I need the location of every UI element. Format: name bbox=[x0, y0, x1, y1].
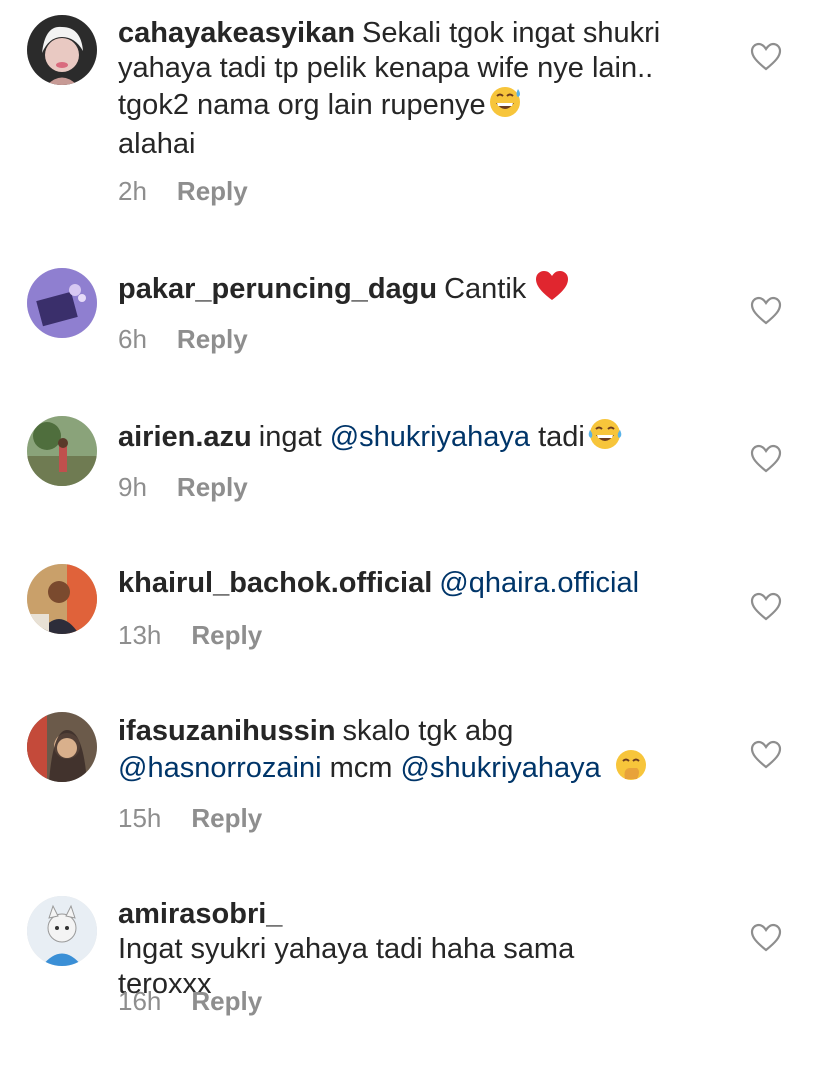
comment-body: khairul_bachok.official @qhaira.official bbox=[118, 566, 708, 601]
comment-text: skalo tgk abg bbox=[342, 715, 514, 747]
heart-outline-icon[interactable] bbox=[750, 740, 782, 770]
reply-button[interactable]: Reply bbox=[191, 986, 262, 1017]
avatar[interactable] bbox=[27, 896, 97, 966]
comment-username[interactable]: airien.azu bbox=[118, 421, 252, 453]
heart-outline-icon[interactable] bbox=[750, 444, 782, 474]
reply-button[interactable]: Reply bbox=[177, 324, 248, 355]
hand-over-mouth-emoji bbox=[613, 749, 649, 790]
comment-username[interactable]: pakar_peruncing_dagu bbox=[118, 273, 437, 305]
comment-mention[interactable]: @hasnorrozaini bbox=[118, 752, 322, 784]
comment-meta: 9h Reply bbox=[118, 472, 248, 503]
heart-outline-icon[interactable] bbox=[750, 42, 782, 72]
comment-mention[interactable]: @shukriyahaya bbox=[330, 421, 530, 453]
reply-button[interactable]: Reply bbox=[177, 176, 248, 207]
comment-mention-2[interactable]: @shukriyahaya bbox=[401, 752, 601, 784]
comment-time: 16h bbox=[118, 986, 162, 1016]
comment-meta: 15h Reply bbox=[118, 803, 262, 834]
comment-text: ingat bbox=[258, 421, 322, 453]
comment-username[interactable]: khairul_bachok.official bbox=[118, 567, 432, 599]
comment-mention[interactable]: @qhaira.official bbox=[439, 567, 639, 599]
comment-username[interactable]: ifasuzanihussin bbox=[118, 715, 336, 747]
red-heart-emoji bbox=[534, 270, 570, 311]
comment-text-continued: tadi bbox=[538, 421, 585, 453]
comment-time: 2h bbox=[118, 176, 147, 206]
avatar[interactable] bbox=[27, 416, 97, 486]
comment-body: ifasuzanihussin skalo tgk abg @hasnorrozai… bbox=[118, 714, 708, 790]
avatar[interactable] bbox=[27, 268, 97, 338]
comments-list: cahayakeasyikan Sekali tgok ingat shukri … bbox=[0, 0, 818, 1066]
comment-body: airien.azu ingat @shukriyahaya tadi bbox=[118, 418, 708, 459]
comment-time: 6h bbox=[118, 324, 147, 354]
comment-text: Cantik bbox=[444, 273, 527, 305]
comment-meta: 6h Reply bbox=[118, 324, 248, 355]
comment-username[interactable]: cahayakeasyikan bbox=[118, 17, 355, 49]
avatar[interactable] bbox=[27, 564, 97, 634]
comment-meta: 13h Reply bbox=[118, 620, 262, 651]
grinning-sweat-emoji bbox=[488, 86, 524, 127]
comment-meta: 16h Reply bbox=[118, 986, 262, 1017]
avatar[interactable] bbox=[27, 15, 97, 85]
comment-body: pakar_peruncing_dagu Cantik bbox=[118, 270, 708, 311]
heart-outline-icon[interactable] bbox=[750, 592, 782, 622]
comment-body: cahayakeasyikan Sekali tgok ingat shukri … bbox=[118, 16, 708, 162]
heart-outline-icon[interactable] bbox=[750, 923, 782, 953]
comment-text-continued: alahai bbox=[118, 128, 196, 160]
comment-text-continued: mcm bbox=[329, 752, 393, 784]
reply-button[interactable]: Reply bbox=[191, 620, 262, 651]
reply-button[interactable]: Reply bbox=[191, 803, 262, 834]
comment-username[interactable]: amirasobri_ bbox=[118, 898, 282, 930]
reply-button[interactable]: Reply bbox=[177, 472, 248, 503]
avatar[interactable] bbox=[27, 712, 97, 782]
comment-time: 9h bbox=[118, 472, 147, 502]
tears-of-joy-emoji bbox=[587, 418, 623, 459]
heart-outline-icon[interactable] bbox=[750, 296, 782, 326]
comment-time: 15h bbox=[118, 803, 162, 833]
comment-meta: 2h Reply bbox=[118, 176, 248, 207]
comment-time: 13h bbox=[118, 620, 162, 650]
